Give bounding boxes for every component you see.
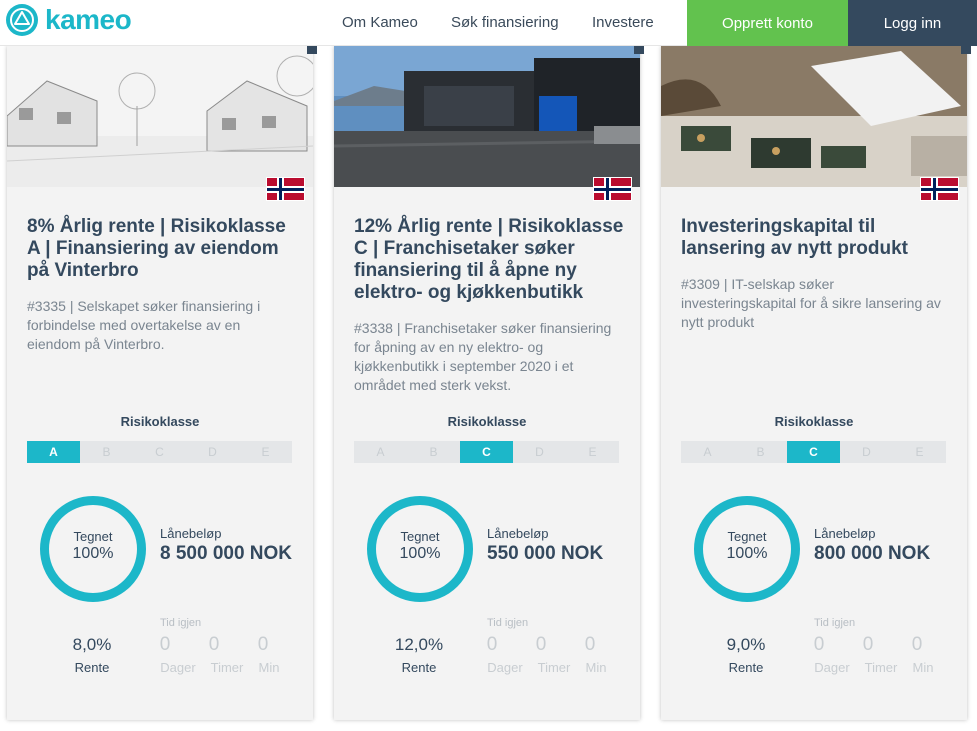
subscribed-label: Tegnet bbox=[727, 529, 767, 544]
minutes-value: 0 bbox=[257, 634, 269, 655]
hours-value: 0 bbox=[535, 634, 547, 655]
risk-class-e: E bbox=[261, 445, 270, 459]
logo[interactable]: kameo bbox=[6, 4, 132, 36]
days-value: 0 bbox=[813, 634, 825, 655]
risk-class-a: A bbox=[376, 445, 385, 459]
time-left-label: Tid igjen bbox=[160, 617, 202, 629]
subscribed-label: Tegnet bbox=[400, 529, 440, 544]
nav-investere[interactable]: Investere bbox=[592, 14, 654, 31]
logo-text: kameo bbox=[45, 4, 132, 35]
hours-label: Timer bbox=[864, 660, 898, 675]
loan-amount-label: Lånebeløp bbox=[487, 526, 549, 541]
loan-amount-value: 550 000 NOK bbox=[487, 543, 604, 564]
subscribed-value: 100% bbox=[72, 545, 114, 562]
risk-class-a: A bbox=[27, 441, 80, 463]
risk-class-c: C bbox=[460, 441, 513, 463]
minutes-label: Min bbox=[912, 660, 934, 675]
subscribed-value: 100% bbox=[726, 545, 768, 562]
subscribed-value: 100% bbox=[399, 545, 441, 562]
minutes-value: 0 bbox=[911, 634, 923, 655]
card-corner bbox=[634, 46, 644, 54]
risk-class-bar: A B C D E bbox=[27, 441, 292, 463]
risk-class-d: D bbox=[208, 445, 217, 459]
card-image-houses[interactable] bbox=[7, 46, 313, 187]
days-value: 0 bbox=[486, 634, 498, 655]
norway-flag-icon bbox=[266, 177, 305, 201]
create-account-button[interactable]: Opprett konto bbox=[687, 0, 848, 46]
loan-amount-value: 8 500 000 NOK bbox=[160, 543, 293, 564]
subscribed-ring: Tegnet 100% bbox=[367, 496, 473, 602]
time-left-label: Tid igjen bbox=[814, 617, 856, 629]
loan-amount-label: Lånebeløp bbox=[160, 526, 222, 541]
days-label: Dager bbox=[814, 660, 850, 675]
card-title[interactable]: 8% Årlig rente | Risikoklasse A | Finans… bbox=[27, 216, 297, 282]
subscribed-ring: Tegnet 100% bbox=[40, 496, 146, 602]
rate-value: 12,0% bbox=[394, 635, 444, 654]
risk-class-bar: A B C D E bbox=[681, 441, 946, 463]
loan-card-2[interactable]: 12% Årlig rente | Risikoklasse C | Franc… bbox=[334, 46, 644, 720]
rate-label: Rente bbox=[728, 660, 764, 675]
risk-class-b: B bbox=[102, 445, 111, 459]
nav-sok-finansiering[interactable]: Søk finansiering bbox=[451, 14, 559, 31]
norway-flag-icon bbox=[593, 177, 632, 201]
card-title[interactable]: 12% Årlig rente | Risikoklasse C | Franc… bbox=[354, 216, 624, 304]
risk-class-d: D bbox=[862, 445, 871, 459]
days-label: Dager bbox=[160, 660, 196, 675]
subscribed-label: Tegnet bbox=[73, 529, 113, 544]
hours-value: 0 bbox=[208, 634, 220, 655]
loan-amount-label: Lånebeløp bbox=[814, 526, 876, 541]
nav-om-kameo[interactable]: Om Kameo bbox=[342, 14, 418, 31]
risk-class-label: Risikoklasse bbox=[774, 414, 854, 429]
card-description: #3309 | IT-selskap søker investeringskap… bbox=[681, 276, 941, 330]
time-left-label: Tid igjen bbox=[487, 617, 529, 629]
card-description: #3335 | Selskapet søker finansiering i f… bbox=[27, 298, 261, 352]
risk-class-c: C bbox=[155, 445, 164, 459]
kameo-logo-icon bbox=[6, 4, 38, 36]
rate-label: Rente bbox=[74, 660, 110, 675]
subscribed-ring: Tegnet 100% bbox=[694, 496, 800, 602]
card-image-electronics[interactable] bbox=[661, 46, 967, 187]
loan-card-3[interactable]: Investeringskapital til lansering av nyt… bbox=[661, 46, 971, 720]
risk-class-b: B bbox=[429, 445, 438, 459]
hours-label: Timer bbox=[210, 660, 244, 675]
loan-card-1[interactable]: 8% Årlig rente | Risikoklasse A | Finans… bbox=[7, 46, 317, 720]
risk-class-b: B bbox=[756, 445, 765, 459]
rate-value: 9,0% bbox=[726, 635, 766, 654]
card-image-store[interactable] bbox=[334, 46, 640, 187]
login-button[interactable]: Logg inn bbox=[848, 0, 977, 46]
risk-class-label: Risikoklasse bbox=[120, 414, 200, 429]
hours-value: 0 bbox=[862, 634, 874, 655]
card-title[interactable]: Investeringskapital til lansering av nyt… bbox=[681, 216, 951, 260]
rate-label: Rente bbox=[401, 660, 437, 675]
risk-class-a: A bbox=[703, 445, 712, 459]
norway-flag-icon bbox=[920, 177, 959, 201]
days-value: 0 bbox=[159, 634, 171, 655]
site-header: kameo Om Kameo Søk finansiering Invester… bbox=[0, 0, 977, 46]
minutes-label: Min bbox=[585, 660, 607, 675]
minutes-value: 0 bbox=[584, 634, 596, 655]
risk-class-e: E bbox=[915, 445, 924, 459]
risk-class-label: Risikoklasse bbox=[447, 414, 527, 429]
card-corner bbox=[307, 46, 317, 54]
risk-class-c: C bbox=[787, 441, 840, 463]
card-corner bbox=[961, 46, 971, 54]
minutes-label: Min bbox=[258, 660, 280, 675]
risk-class-e: E bbox=[588, 445, 597, 459]
card-description: #3338 | Franchisetaker søker finansierin… bbox=[354, 320, 612, 393]
hours-label: Timer bbox=[537, 660, 571, 675]
rate-value: 8,0% bbox=[72, 635, 112, 654]
risk-class-bar: A B C D E bbox=[354, 441, 619, 463]
loan-amount-value: 800 000 NOK bbox=[814, 543, 931, 564]
risk-class-d: D bbox=[535, 445, 544, 459]
days-label: Dager bbox=[487, 660, 523, 675]
